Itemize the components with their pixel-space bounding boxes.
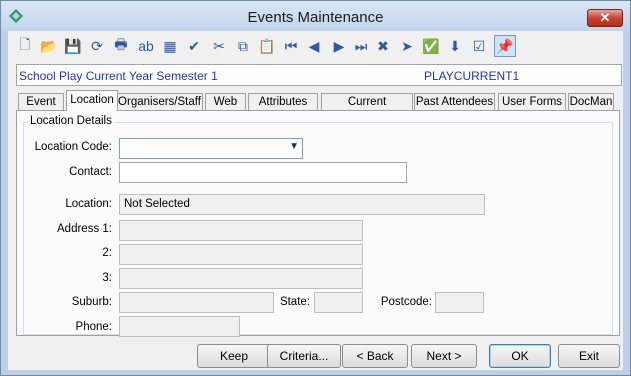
ok-button[interactable]: OK bbox=[489, 344, 551, 368]
new-icon[interactable]: 🗋 bbox=[14, 35, 36, 57]
address3-field bbox=[119, 268, 363, 289]
location-code-dropdown[interactable]: ▼ bbox=[119, 138, 303, 159]
approve-icon[interactable]: ✅ bbox=[420, 35, 442, 57]
exit-button[interactable]: Exit bbox=[558, 344, 620, 368]
download-icon[interactable]: ⬇ bbox=[444, 35, 466, 57]
close-button[interactable]: ✕ bbox=[587, 9, 623, 27]
tab-strip: Event Location Organisers/Staff Web Attribut… bbox=[18, 90, 622, 124]
address2-field bbox=[119, 244, 363, 265]
contact-input[interactable] bbox=[119, 162, 407, 183]
location-details-group: Location Details Location Code: ▼ Contac… bbox=[23, 115, 613, 337]
suburb-label: Suburb: bbox=[71, 296, 112, 308]
tab-location[interactable]: Location bbox=[66, 90, 118, 111]
last-record-icon[interactable]: ⏭ bbox=[350, 35, 372, 57]
chevron-down-icon[interactable]: ▼ bbox=[289, 141, 299, 152]
tab-docman[interactable]: DocMan bbox=[568, 93, 614, 110]
save-icon[interactable]: 💾 bbox=[62, 35, 84, 57]
title-bar: Events Maintenance ✕ bbox=[1, 1, 630, 31]
state-field bbox=[314, 292, 363, 313]
tab-attributes[interactable]: Attributes bbox=[248, 93, 318, 110]
back-button[interactable]: < Back bbox=[342, 344, 408, 368]
next-button[interactable]: Next > bbox=[411, 344, 477, 368]
address1-label: Address 1: bbox=[57, 223, 112, 235]
location-label: Location: bbox=[65, 198, 112, 210]
find-icon[interactable]: ➤ bbox=[396, 35, 418, 57]
print-icon[interactable]: 🖶 bbox=[110, 35, 132, 57]
location-code-label: Location Code: bbox=[34, 141, 112, 153]
postcode-field bbox=[435, 292, 484, 313]
location-field: Not Selected bbox=[119, 194, 485, 215]
suburb-field bbox=[119, 292, 274, 313]
keep-button[interactable]: Keep bbox=[197, 344, 271, 368]
open-icon[interactable]: 📂 bbox=[38, 35, 60, 57]
criteria-button[interactable]: Criteria... bbox=[267, 344, 341, 368]
clipboard-check-icon[interactable]: ☑ bbox=[468, 35, 490, 57]
button-bar: Keep Criteria... < Back Next > OK Exit bbox=[8, 338, 623, 370]
delete-icon[interactable]: ✖ bbox=[372, 35, 394, 57]
tab-web[interactable]: Web bbox=[205, 93, 246, 110]
previous-record-icon[interactable]: ◀ bbox=[303, 35, 325, 57]
window-title: Events Maintenance bbox=[247, 9, 384, 26]
tab-past-attendees[interactable]: Past Attendees bbox=[414, 93, 495, 110]
paste-icon[interactable]: 📋 bbox=[256, 35, 278, 57]
address2-label: 2: bbox=[102, 247, 112, 259]
field-icon[interactable]: ab bbox=[135, 35, 157, 57]
refresh-icon[interactable]: ⟳ bbox=[86, 35, 108, 57]
record-header: School Play Current Year Semester 1 PLAY… bbox=[16, 64, 622, 86]
events-maintenance-window: Events Maintenance ✕ 🗋 📂 💾 ⟳ 🖶 ab ▦ ✔ ✂ ⧉ 📋 ⏮ ◀ ▶ ⏭ ✖ ➤ ✅… bbox=[0, 0, 631, 376]
next-record-icon[interactable]: ▶ bbox=[328, 35, 350, 57]
postcode-label: Postcode: bbox=[380, 296, 432, 308]
address1-field bbox=[119, 220, 363, 241]
contact-label: Contact: bbox=[69, 166, 112, 178]
tab-organisers-staff[interactable]: Organisers/Staff bbox=[116, 93, 203, 110]
phone-field bbox=[119, 316, 240, 337]
tab-user-forms[interactable]: User Forms bbox=[498, 93, 566, 110]
spellcheck-icon[interactable]: ✔ bbox=[183, 35, 205, 57]
location-tab-page: Location Details Location Code: ▼ Contac… bbox=[16, 110, 620, 337]
cut-icon[interactable]: ✂ bbox=[208, 35, 230, 57]
record-code: PLAYCURRENT1 bbox=[424, 69, 520, 83]
address3-label: 3: bbox=[102, 272, 112, 284]
tab-current-attendees[interactable]: Current Attendees bbox=[321, 93, 413, 124]
pin-icon[interactable]: 📌 bbox=[494, 35, 516, 57]
phone-label: Phone: bbox=[75, 321, 112, 333]
toolbar: 🗋 📂 💾 ⟳ 🖶 ab ▦ ✔ ✂ ⧉ 📋 ⏮ ◀ ▶ ⏭ ✖ ➤ ✅ ⬇ ☑ 📌 bbox=[8, 31, 623, 63]
calculator-icon[interactable]: ▦ bbox=[159, 35, 181, 57]
tab-event[interactable]: Event bbox=[18, 93, 64, 110]
record-name: School Play Current Year Semester 1 bbox=[19, 69, 218, 83]
client-area: 🗋 📂 💾 ⟳ 🖶 ab ▦ ✔ ✂ ⧉ 📋 ⏮ ◀ ▶ ⏭ ✖ ➤ ✅ ⬇ ☑ 📌 School Play Curre… bbox=[8, 31, 623, 370]
state-label: State: bbox=[279, 296, 310, 308]
first-record-icon[interactable]: ⏮ bbox=[280, 35, 302, 57]
copy-icon[interactable]: ⧉ bbox=[232, 35, 254, 57]
group-title: Location Details bbox=[28, 115, 114, 127]
